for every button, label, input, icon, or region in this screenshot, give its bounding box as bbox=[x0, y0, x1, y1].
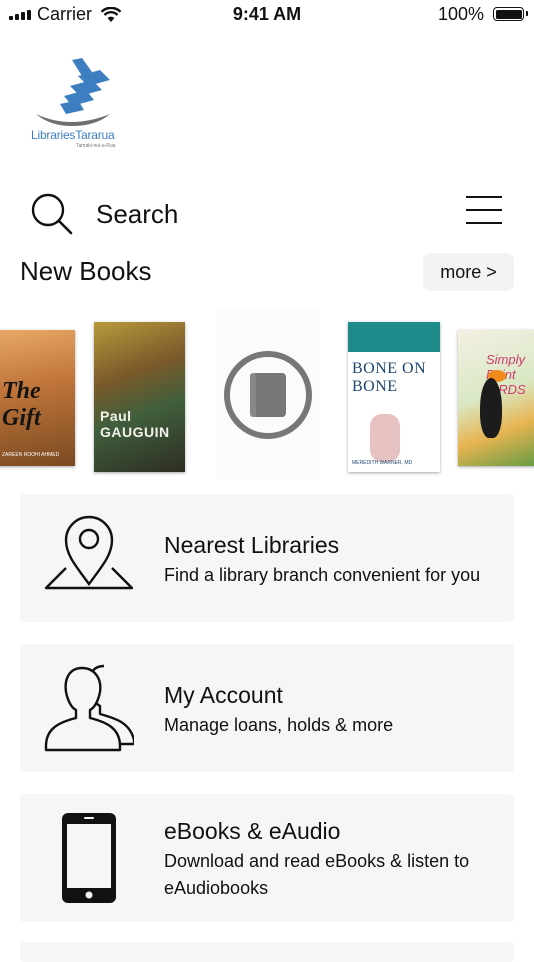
next-card-partial[interactable] bbox=[20, 942, 514, 962]
book-cover-bone-on-bone[interactable]: BONE ON BONE MEREDITH WARNER, MD bbox=[348, 322, 440, 472]
book-cover-the-gift[interactable]: The Gift ZAREEN ROOHI AHMED bbox=[0, 330, 75, 466]
nearest-libraries-card[interactable]: Nearest Libraries Find a library branch … bbox=[20, 494, 514, 622]
new-books-carousel[interactable]: The Gift ZAREEN ROOHI AHMED Paul GAUGUIN… bbox=[0, 310, 534, 485]
more-books-button[interactable]: more > bbox=[423, 253, 514, 291]
ebooks-eaudio-card[interactable]: eBooks & eAudio Download and read eBooks… bbox=[20, 794, 514, 922]
card-title: eBooks & eAudio bbox=[164, 818, 341, 844]
battery-icon bbox=[493, 7, 528, 21]
book-cover-simply-paint-birds[interactable]: Simply Paint BIRDS bbox=[458, 330, 534, 466]
book-cover-placeholder[interactable] bbox=[216, 310, 320, 480]
search-icon[interactable] bbox=[30, 192, 74, 236]
card-title: My Account bbox=[164, 682, 283, 708]
my-account-card[interactable]: My Account Manage loans, holds & more bbox=[20, 644, 514, 772]
card-description: Download and read eBooks & listen to eAu… bbox=[164, 851, 470, 898]
library-logo-text: LibrariesTararua bbox=[31, 128, 115, 142]
card-description: Manage loans, holds & more bbox=[164, 715, 394, 735]
card-title: Nearest Libraries bbox=[164, 532, 340, 558]
map-pin-icon bbox=[44, 515, 134, 590]
library-logo-subtitle: Tamaki-nui-a-Rua bbox=[76, 143, 116, 149]
book-title: BONE ON BONE bbox=[352, 360, 427, 395]
book-author: ZAREEN ROOHI AHMED bbox=[2, 452, 60, 458]
book-author: MEREDITH WARNER, MD bbox=[352, 460, 413, 466]
book-icon bbox=[224, 351, 312, 439]
new-books-title: New Books bbox=[20, 256, 152, 286]
book-title: Paul GAUGUIN bbox=[100, 408, 170, 440]
status-bar: Carrier 9:41 AM 100% bbox=[0, 0, 534, 30]
users-icon bbox=[44, 664, 134, 752]
book-cover-paul-gauguin[interactable]: Paul GAUGUIN bbox=[94, 322, 185, 472]
card-description: Find a library branch convenient for you bbox=[164, 565, 481, 585]
search-input[interactable] bbox=[96, 196, 396, 232]
battery-percentage: 100% bbox=[437, 4, 484, 24]
phone-icon bbox=[62, 813, 116, 903]
hamburger-menu-icon[interactable] bbox=[466, 196, 502, 228]
book-title: The Gift bbox=[2, 378, 41, 431]
